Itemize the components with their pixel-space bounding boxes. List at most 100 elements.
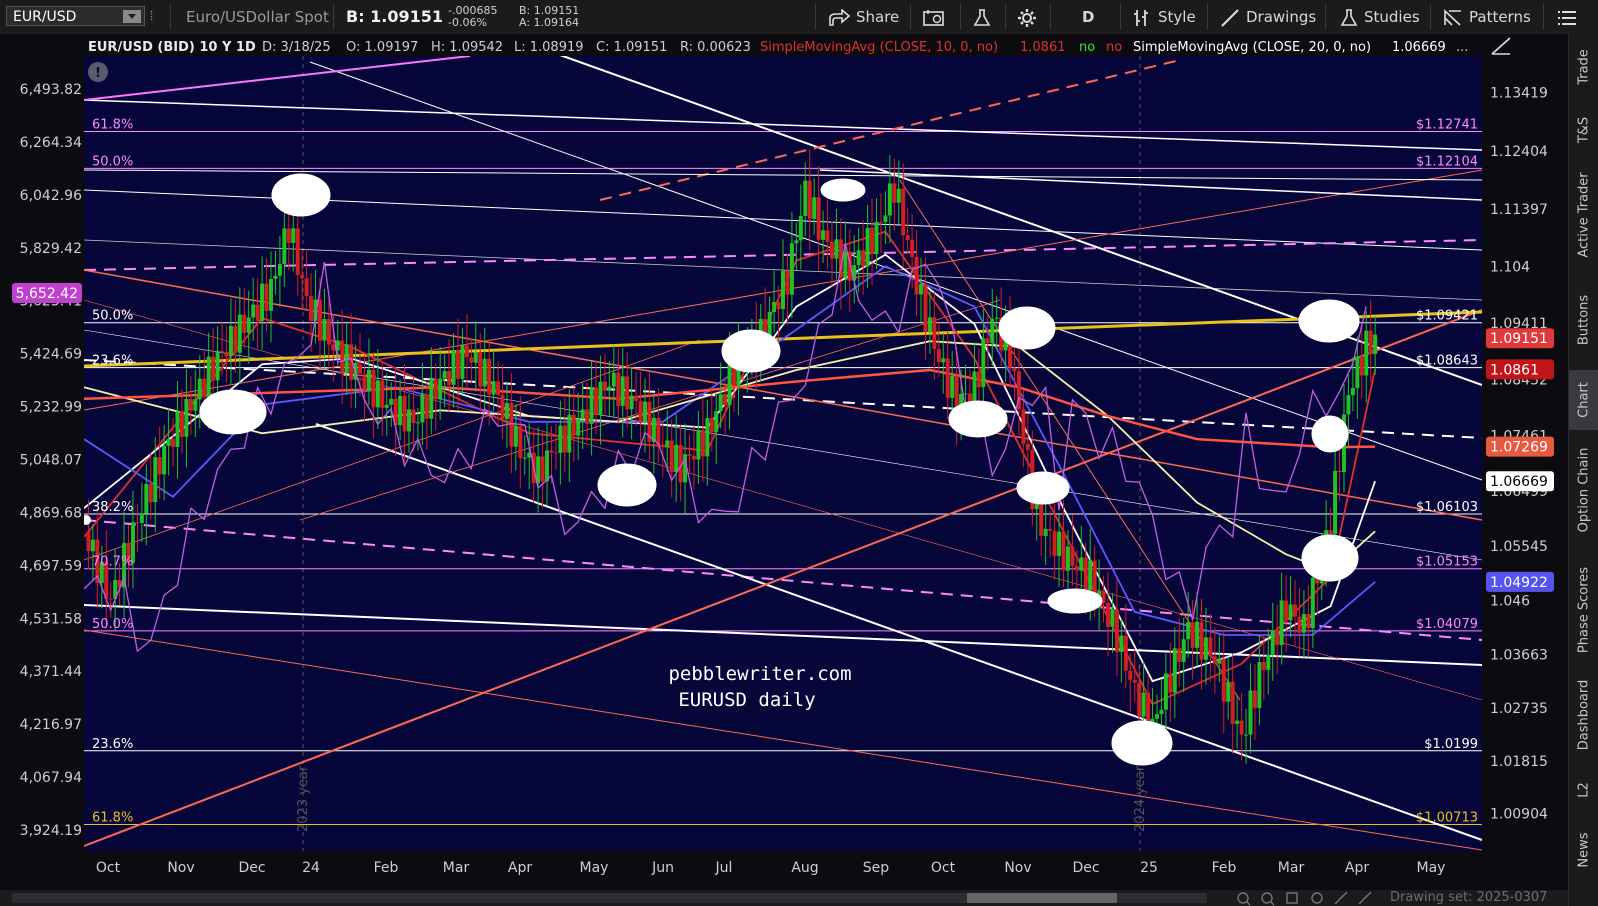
sidebar-tab-label: Trade: [1576, 49, 1592, 85]
highlight-ellipse[interactable]: [1311, 415, 1349, 453]
drawings-button[interactable]: Drawings: [1220, 0, 1316, 34]
sidebar-tab-l2[interactable]: L2: [1569, 760, 1598, 820]
studies-button[interactable]: Studies: [1340, 0, 1420, 34]
menu-button[interactable]: [1558, 0, 1576, 34]
candle-body: [772, 302, 777, 313]
candle-body: [932, 317, 937, 349]
candle-body: [1248, 690, 1253, 735]
zoom-in-icon: [1261, 892, 1273, 904]
candle-body: [197, 378, 202, 400]
x-axis-tick: 25: [1140, 860, 1158, 876]
candle-body: [985, 338, 990, 344]
highlight-ellipse[interactable]: [948, 400, 1008, 438]
sidebar-tab-option-chain[interactable]: Option Chain: [1569, 430, 1598, 550]
sidebar-tab-label: News: [1576, 832, 1592, 868]
change-percent: -0.06%: [448, 16, 487, 29]
share-button[interactable]: Share: [828, 0, 899, 34]
candle-body: [398, 395, 403, 426]
candle-body: [1141, 692, 1146, 717]
sidebar-tab-chart[interactable]: Chart: [1569, 370, 1598, 430]
horizontal-scrollbar[interactable]: [12, 893, 1207, 903]
candle-body: [1257, 662, 1262, 709]
candle-body: [202, 378, 207, 398]
highlight-ellipse[interactable]: [1047, 588, 1103, 614]
candle-body: [642, 401, 647, 423]
candle-body: [1203, 637, 1208, 660]
candle-body: [785, 270, 790, 295]
x-axis-tick: May: [1417, 860, 1446, 876]
flask-button[interactable]: [972, 0, 992, 34]
candle-body: [429, 378, 434, 419]
scrollbar-thumb[interactable]: [967, 893, 1117, 903]
candle-body: [594, 387, 599, 416]
candle-body: [798, 215, 803, 241]
calendar-button[interactable]: [923, 0, 945, 34]
zoom-controls[interactable]: [1235, 890, 1375, 906]
candle-body: [576, 418, 581, 436]
flag-no-1: no: [1079, 40, 1095, 55]
highlight-ellipse[interactable]: [1016, 471, 1070, 505]
fib-percent-label: 50.0%: [92, 309, 133, 324]
candle-body: [727, 363, 732, 406]
symbol-selector[interactable]: EUR/USD: [6, 6, 145, 26]
x-axis-tick: Feb: [1212, 860, 1237, 876]
fib-price-label: $1.06103: [1416, 500, 1478, 515]
candle-body: [1310, 577, 1315, 629]
candle-body: [282, 228, 287, 265]
candle-body: [504, 402, 509, 420]
alert-icon[interactable]: !: [88, 62, 108, 82]
highlight-ellipse[interactable]: [271, 173, 331, 217]
candle-body: [309, 295, 314, 321]
fib-percent-label: 38.2%: [92, 500, 133, 515]
highlight-ellipse[interactable]: [820, 178, 866, 202]
bid-price: B: 1.09151: [346, 7, 444, 26]
period-selector[interactable]: D: [1082, 0, 1094, 34]
price-marker: 1.0861: [1490, 362, 1539, 378]
style-button[interactable]: Style: [1132, 0, 1196, 34]
highlight-ellipse[interactable]: [1298, 299, 1360, 343]
highlight-ellipse[interactable]: [998, 306, 1056, 350]
year-marker-label: 2023 year: [296, 765, 311, 832]
candle-body: [1235, 720, 1240, 724]
watermark-site: pebblewriter.com: [668, 663, 851, 685]
highlight-ellipse[interactable]: [1301, 534, 1359, 582]
fib-price-label: $1.12104: [1416, 154, 1478, 169]
patterns-button[interactable]: Patterns: [1443, 0, 1531, 34]
settings-button[interactable]: [1017, 0, 1037, 34]
sidebar-tab-t-s[interactable]: T&S: [1569, 100, 1598, 160]
highlight-ellipse[interactable]: [721, 329, 781, 373]
candle-body: [246, 317, 251, 333]
price-chart[interactable]: 2023 year 2024 year 6,493.82 6,264.34 6,042…: [0, 34, 1568, 890]
candle-body: [438, 378, 443, 400]
chevron-down-icon[interactable]: [123, 10, 141, 23]
fib-price-label: $1.09421: [1416, 309, 1478, 324]
sidebar-tab-phase-scores[interactable]: Phase Scores: [1569, 550, 1598, 670]
x-axis-tick: Nov: [1004, 860, 1031, 876]
ohlc-date: D: 3/18/25: [262, 40, 331, 55]
sidebar-tab-dashboard[interactable]: Dashboard: [1569, 670, 1598, 760]
left-axis-tick: 4,697.59: [20, 558, 82, 574]
candle-body: [714, 411, 719, 433]
candle-body: [709, 418, 714, 433]
highlight-ellipse[interactable]: [1111, 720, 1173, 766]
highlight-ellipse[interactable]: [199, 389, 267, 435]
candle-body: [1137, 682, 1142, 717]
sidebar-tab-active-trader[interactable]: Active Trader: [1569, 160, 1598, 270]
sidebar-tab-news[interactable]: News: [1569, 820, 1598, 880]
left-axis-tick: 4,531.58: [20, 611, 82, 627]
candle-body: [496, 381, 501, 396]
sidebar-tab-trade[interactable]: Trade: [1569, 34, 1598, 100]
highlight-ellipse[interactable]: [597, 463, 657, 507]
ohlc-high: H: 1.09542: [431, 40, 503, 55]
link-icon[interactable]: ⦙: [150, 0, 153, 34]
chart-area[interactable]: 2023 year 2024 year 6,493.82 6,264.34 6,042…: [0, 34, 1568, 890]
sidebar-tab-label: T&S: [1576, 116, 1592, 144]
header-more[interactable]: ...: [1456, 40, 1468, 55]
symbol-text: EUR/USD: [13, 9, 77, 25]
candle-body: [1355, 356, 1360, 388]
sidebar-tab-buttons[interactable]: Buttons: [1569, 270, 1598, 370]
calendar-icon: [923, 9, 944, 26]
candle-body: [1221, 658, 1226, 702]
candle-body: [602, 381, 607, 391]
candle-body: [1025, 443, 1030, 450]
